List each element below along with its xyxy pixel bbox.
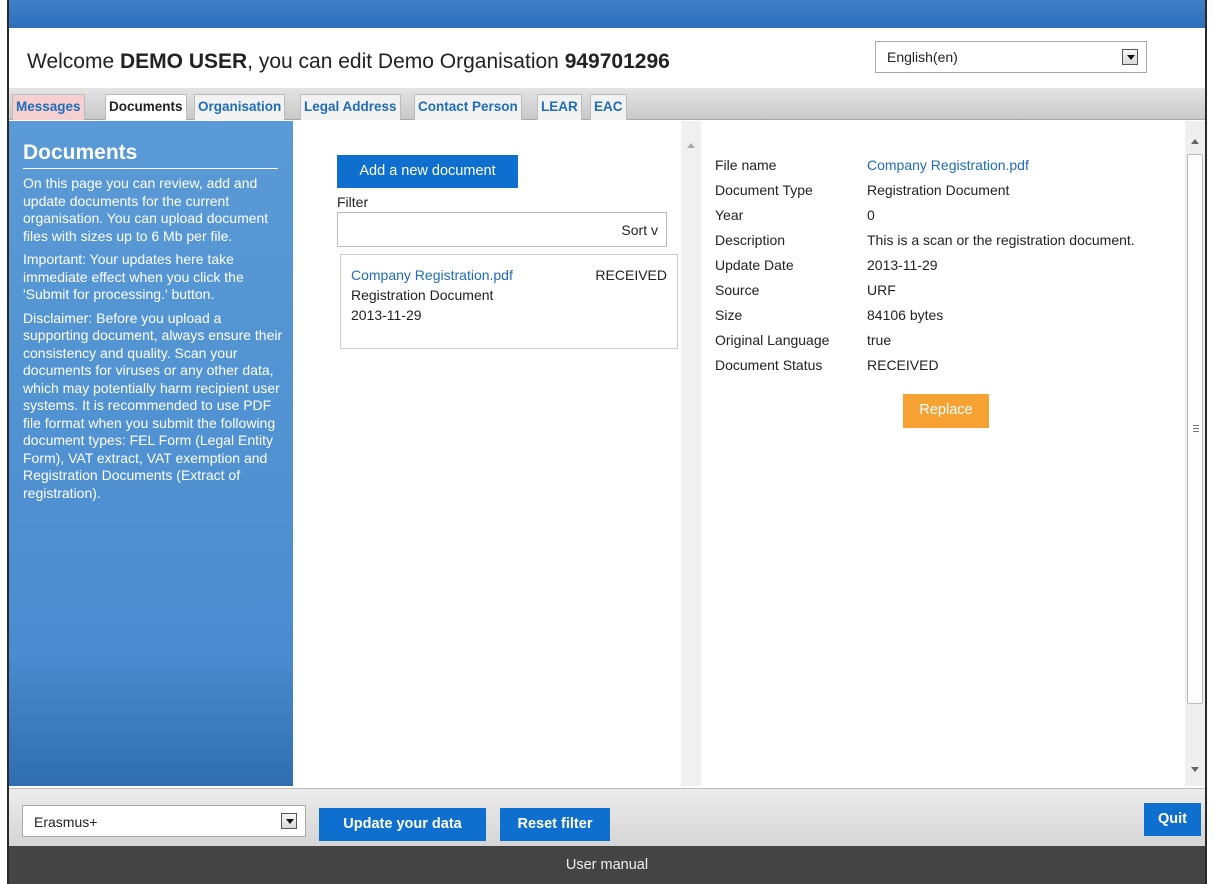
- update-data-button[interactable]: Update your data: [319, 808, 486, 841]
- language-select[interactable]: English(en): [875, 41, 1147, 73]
- document-list-pane: Add a new document Filter Sort v Company…: [293, 121, 681, 786]
- chevron-down-icon[interactable]: [1122, 49, 1138, 65]
- sidebar-paragraph: Disclaimer: Before you upload a supporti…: [23, 309, 283, 501]
- help-sidebar: Documents On this page you can review, a…: [9, 121, 293, 786]
- tab-contact-person[interactable]: Contact Person: [414, 94, 522, 120]
- main-content: Documents On this page you can review, a…: [9, 121, 1205, 788]
- tab-organisation[interactable]: Organisation: [194, 94, 286, 120]
- add-document-button[interactable]: Add a new document: [337, 155, 518, 188]
- detail-label: Document Status: [715, 357, 823, 373]
- detail-row-document-type: Document Type Registration Document: [715, 182, 1195, 207]
- detail-label: Description: [715, 232, 786, 248]
- document-status: RECEIVED: [595, 267, 667, 283]
- tab-legal-address[interactable]: Legal Address: [300, 94, 401, 120]
- detail-row-document-status: Document Status RECEIVED: [715, 357, 1195, 382]
- filter-label: Filter: [337, 194, 369, 210]
- document-date: 2013-11-29: [351, 307, 422, 323]
- detail-value: 84106 bytes: [867, 307, 944, 323]
- detail-label: Year: [715, 207, 744, 223]
- detail-value: Registration Document: [867, 182, 1010, 198]
- sidebar-paragraph: On this page you can review, add and upd…: [23, 175, 269, 244]
- welcome-prefix: Welcome: [27, 50, 120, 73]
- detail-label: Size: [715, 307, 743, 323]
- replace-button[interactable]: Replace: [903, 394, 989, 428]
- detail-row-update-date: Update Date 2013-11-29: [715, 257, 1195, 282]
- document-type: Registration Document: [351, 287, 494, 303]
- detail-row-original-language: Original Language true: [715, 332, 1195, 357]
- bottom-toolbar: Erasmus+ Update your data Reset filter Q…: [9, 788, 1205, 846]
- pane-splitter[interactable]: [681, 121, 701, 786]
- header: Welcome DEMO USER, you can edit Demo Org…: [9, 28, 1205, 111]
- detail-row-source: Source URF: [715, 282, 1195, 307]
- file-name-link[interactable]: Company Registration.pdf: [867, 157, 1029, 173]
- sidebar-title: Documents: [23, 141, 278, 169]
- filter-input[interactable]: [338, 213, 608, 246]
- language-value: English(en): [887, 49, 958, 65]
- scrollbar-thumb[interactable]: [1187, 154, 1203, 704]
- sidebar-paragraph: Important: Your updates here take immedi…: [23, 251, 244, 302]
- vertical-scrollbar[interactable]: [1185, 121, 1205, 786]
- filter-box: Sort v: [337, 212, 667, 247]
- tab-documents[interactable]: Documents: [105, 94, 187, 120]
- chevron-down-icon[interactable]: [281, 813, 297, 829]
- tab-messages[interactable]: Messages: [12, 94, 85, 120]
- tab-bar: Messages Documents Organisation Legal Ad…: [9, 88, 1205, 120]
- quit-button[interactable]: Quit: [1144, 803, 1201, 836]
- scroll-up-icon[interactable]: [1191, 139, 1199, 144]
- tab-lear[interactable]: LEAR: [537, 94, 582, 120]
- detail-label: Update Date: [715, 257, 794, 273]
- collapse-arrow-icon[interactable]: [687, 143, 695, 148]
- detail-label: Source: [715, 282, 760, 298]
- detail-value: URF: [867, 282, 896, 298]
- detail-value: This is a scan or the registration docum…: [867, 232, 1135, 248]
- detail-value: true: [867, 332, 892, 348]
- document-detail: File name Company Registration.pdf Docum…: [715, 157, 1195, 428]
- detail-label: Original Language: [715, 332, 830, 348]
- detail-row-year: Year 0: [715, 207, 1195, 232]
- top-bar: [9, 0, 1205, 28]
- detail-label: File name: [715, 157, 777, 173]
- grip-icon: [1193, 425, 1199, 432]
- welcome-message: Welcome DEMO USER, you can edit Demo Org…: [27, 50, 670, 74]
- app-window: Welcome DEMO USER, you can edit Demo Org…: [7, 0, 1207, 884]
- program-select[interactable]: Erasmus+: [22, 805, 306, 837]
- scroll-down-icon[interactable]: [1191, 767, 1199, 772]
- list-item[interactable]: Company Registration.pdf RECEIVED Regist…: [340, 254, 678, 349]
- detail-row-description: Description This is a scan or the regist…: [715, 232, 1195, 257]
- user-manual-link[interactable]: User manual: [566, 857, 648, 873]
- sort-button[interactable]: Sort v: [621, 222, 658, 238]
- welcome-mid: , you can edit Demo Organisation: [247, 50, 565, 73]
- program-value: Erasmus+: [34, 814, 98, 830]
- detail-value: 2013-11-29: [867, 257, 938, 273]
- detail-value: RECEIVED: [867, 357, 939, 373]
- reset-filter-button[interactable]: Reset filter: [500, 808, 610, 841]
- user-name: DEMO USER: [119, 50, 248, 73]
- detail-value: 0: [867, 207, 875, 223]
- footer: User manual: [9, 846, 1205, 884]
- detail-row-size: Size 84106 bytes: [715, 307, 1195, 332]
- tab-eac[interactable]: EAC: [590, 94, 627, 120]
- organisation-id: 949701296: [564, 50, 670, 73]
- detail-row-file-name: File name Company Registration.pdf: [715, 157, 1195, 182]
- detail-label: Document Type: [715, 182, 813, 198]
